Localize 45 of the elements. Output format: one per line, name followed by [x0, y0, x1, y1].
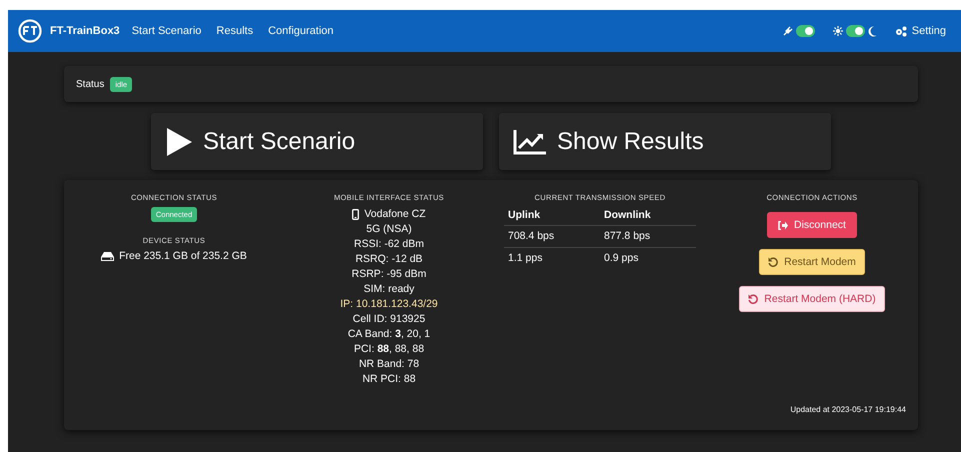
logo-icon: [18, 19, 42, 43]
plug-icon: [782, 26, 793, 36]
column-header: Uplink: [504, 209, 600, 226]
phone-icon: [352, 209, 360, 220]
updated-time: Updated at 2023-05-17 19:19:44: [790, 405, 906, 414]
action-button[interactable]: Show Results: [499, 113, 831, 170]
status-line: RSRP: -95 dBm: [352, 267, 426, 282]
status-line: PCI: 88, 88, 88: [354, 342, 424, 357]
nav-link[interactable]: Start Scenario: [132, 25, 202, 37]
modem-button[interactable]: Restart Modem: [759, 249, 865, 275]
status-line: CA Band: 3, 20, 1: [348, 327, 430, 342]
table-cell: 708.4 bps: [504, 226, 600, 248]
restart-icon: [768, 257, 778, 267]
status-line: NR PCI: 88: [362, 372, 416, 387]
nav-link[interactable]: Configuration: [268, 25, 334, 37]
play-icon: [165, 126, 193, 156]
exit-icon: [778, 220, 788, 230]
status-line: NR Band: 78: [358, 357, 420, 372]
gears-icon: [894, 26, 907, 36]
sun-icon: [832, 26, 843, 36]
status-line: RSSI: -62 dBm: [354, 237, 424, 252]
table-cell: 1.1 pps: [504, 248, 600, 269]
operator-name: Vodafone CZ: [364, 207, 426, 222]
table-cell: 877.8 bps: [600, 226, 696, 248]
nav-link[interactable]: Results: [216, 25, 254, 37]
status-line: Cell ID: 913925: [352, 312, 426, 327]
status-label: Status: [76, 78, 104, 90]
modem-button[interactable]: Disconnect: [767, 212, 857, 238]
status-line: SIM: ready: [364, 282, 414, 297]
column-header: Downlink: [600, 209, 696, 226]
action-button[interactable]: Start Scenario: [151, 113, 483, 170]
status-line: 5G (NSA): [366, 222, 412, 237]
status-line: RSRQ: -12 dB: [355, 252, 423, 267]
table-cell: 0.9 pps: [600, 248, 696, 269]
drive-icon: [101, 252, 114, 260]
modem-button[interactable]: Restart Modem (HARD): [739, 286, 885, 312]
brand-name[interactable]: FT-TrainBox3: [50, 25, 120, 37]
toggle-switch[interactable]: [846, 25, 865, 37]
moon-icon: [868, 26, 877, 36]
restart-icon: [748, 294, 758, 304]
storage-text: Free 235.1 GB of 235.2 GB: [119, 250, 247, 262]
settings-link[interactable]: Setting: [894, 25, 946, 37]
status-line: IP: 10.181.123.43/29: [340, 297, 438, 312]
chart-icon: [513, 128, 547, 154]
toggle-switch[interactable]: [796, 25, 815, 37]
